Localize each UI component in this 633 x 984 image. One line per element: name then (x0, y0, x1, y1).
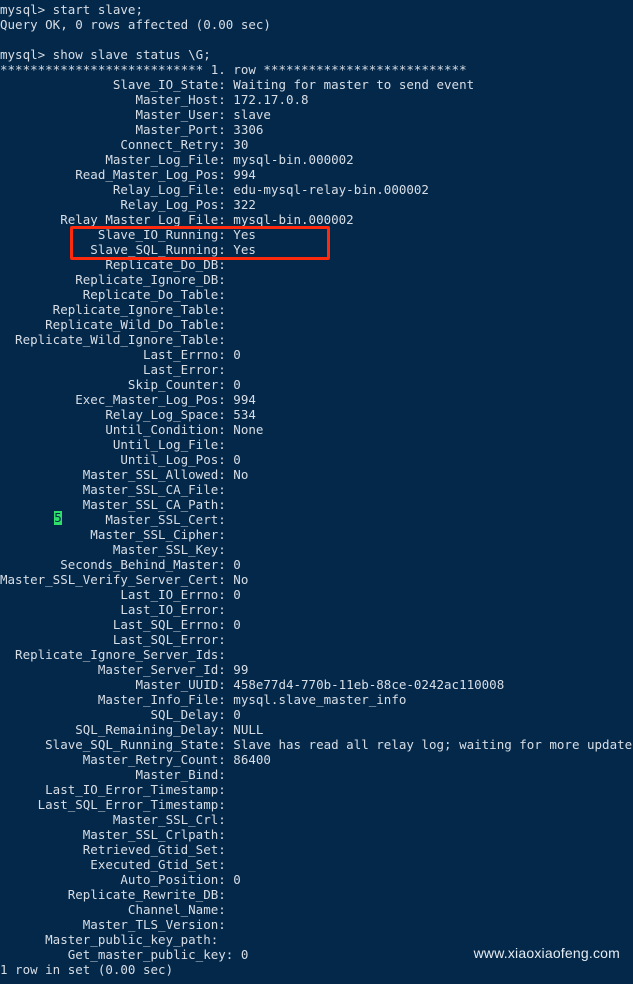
terminal-line: Channel_Name: (0, 902, 226, 917)
terminal-line: Master_Port: 3306 (0, 122, 264, 137)
terminal-line: 1 row in set (0.00 sec) (0, 962, 174, 977)
terminal-line: Master_TLS_Version: (0, 917, 226, 932)
terminal-line: mysql> start slave; (0, 2, 143, 17)
terminal-line: Master_SSL_Crl: (0, 812, 226, 827)
terminal-line: *************************** 1. row *****… (0, 62, 467, 77)
terminal-line: Master_SSL_CA_File: (0, 482, 226, 497)
terminal-line: Last_IO_Errno: 0 (0, 587, 241, 602)
terminal-line: Master_Info_File: mysql.slave_master_inf… (0, 692, 407, 707)
terminal-line: Retrieved_Gtid_Set: (0, 842, 226, 857)
terminal-line: Master_SSL_Allowed: No (0, 467, 249, 482)
terminal-line: Last_SQL_Error: (0, 632, 226, 647)
terminal-line: Master_Host: 172.17.0.8 (0, 92, 309, 107)
terminal-line: Last_IO_Error_Timestamp: (0, 782, 226, 797)
terminal-line: Replicate_Wild_Do_Table: (0, 317, 226, 332)
terminal-line: SQL_Delay: 0 (0, 707, 241, 722)
terminal-line: Master_UUID: 458e77d4-770b-11eb-88ce-024… (0, 677, 505, 692)
terminal-line: Read_Master_Log_Pos: 994 (0, 167, 256, 182)
terminal-line: Until_Log_Pos: 0 (0, 452, 241, 467)
terminal-line: Query OK, 0 rows affected (0.00 sec) (0, 17, 271, 32)
terminal-line: Last_SQL_Errno: 0 (0, 617, 241, 632)
terminal-line: Connect_Retry: 30 (0, 137, 249, 152)
terminal-line: SQL_Remaining_Delay: NULL (0, 722, 264, 737)
terminal-line: Auto_Position: 0 (0, 872, 241, 887)
terminal-line: Replicate_Ignore_DB: (0, 272, 226, 287)
terminal-line: Executed_Gtid_Set: (0, 857, 226, 872)
terminal-line: Relay_Master_Log_File: mysql-bin.000002 (0, 212, 354, 227)
terminal-window[interactable]: mysql> start slave; Query OK, 0 rows affe… (0, 0, 633, 984)
terminal-line: Last_SQL_Error_Timestamp: (0, 797, 226, 812)
terminal-line: Last_Errno: 0 (0, 347, 241, 362)
terminal-line: Relay_Log_Pos: 322 (0, 197, 256, 212)
terminal-line: Slave_SQL_Running: Yes (0, 242, 256, 257)
terminal-line: Replicate_Wild_Ignore_Table: (0, 332, 226, 347)
terminal-line: Replicate_Ignore_Server_Ids: (0, 647, 226, 662)
terminal-line: mysql> show slave status \G; (0, 47, 211, 62)
terminal-line: Until_Log_File: (0, 437, 226, 452)
terminal-line: Master_SSL_Verify_Server_Cert: No (0, 572, 249, 587)
terminal-line: Seconds_Behind_Master: 0 (0, 557, 241, 572)
terminal-line: Master_Server_Id: 99 (0, 662, 249, 677)
terminal-line: Replicate_Rewrite_DB: (0, 887, 226, 902)
terminal-line: Slave_IO_Running: Yes (0, 227, 256, 242)
terminal-line: Skip_Counter: 0 (0, 377, 241, 392)
terminal-line: Last_IO_Error: (0, 602, 226, 617)
terminal-line: Master_SSL_Crlpath: (0, 827, 226, 842)
terminal-line: Until_Condition: None (0, 422, 264, 437)
watermark-text: www.xiaoxiaofeng.com (473, 945, 620, 961)
terminal-line: Exec_Master_Log_Pos: 994 (0, 392, 256, 407)
terminal-line: Replicate_Do_DB: (0, 257, 226, 272)
terminal-line: Relay_Log_File: edu-mysql-relay-bin.0000… (0, 182, 429, 197)
terminal-line: Slave_IO_State: Waiting for master to se… (0, 77, 475, 92)
terminal-line: Master_SSL_CA_Path: (0, 497, 226, 512)
terminal-line: Master_Bind: (0, 767, 226, 782)
terminal-line: Master_SSL_Cipher: (0, 527, 226, 542)
terminal-line: Replicate_Ignore_Table: (0, 302, 226, 317)
terminal-line: Master_User: slave (0, 107, 271, 122)
terminal-line: Master_SSL_Key: (0, 542, 226, 557)
terminal-cursor: 5 (54, 510, 62, 525)
terminal-line: Slave_SQL_Running_State: Slave has read … (0, 737, 633, 752)
terminal-line: Replicate_Do_Table: (0, 287, 226, 302)
terminal-line: Relay_Log_Space: 534 (0, 407, 256, 422)
terminal-line: Master_Retry_Count: 86400 (0, 752, 271, 767)
terminal-line: Last_Error: (0, 362, 226, 377)
terminal-line: Master_SSL_Cert: (0, 512, 226, 527)
terminal-output[interactable]: mysql> start slave; Query OK, 0 rows affe… (0, 2, 633, 977)
terminal-line: Master_Log_File: mysql-bin.000002 (0, 152, 354, 167)
